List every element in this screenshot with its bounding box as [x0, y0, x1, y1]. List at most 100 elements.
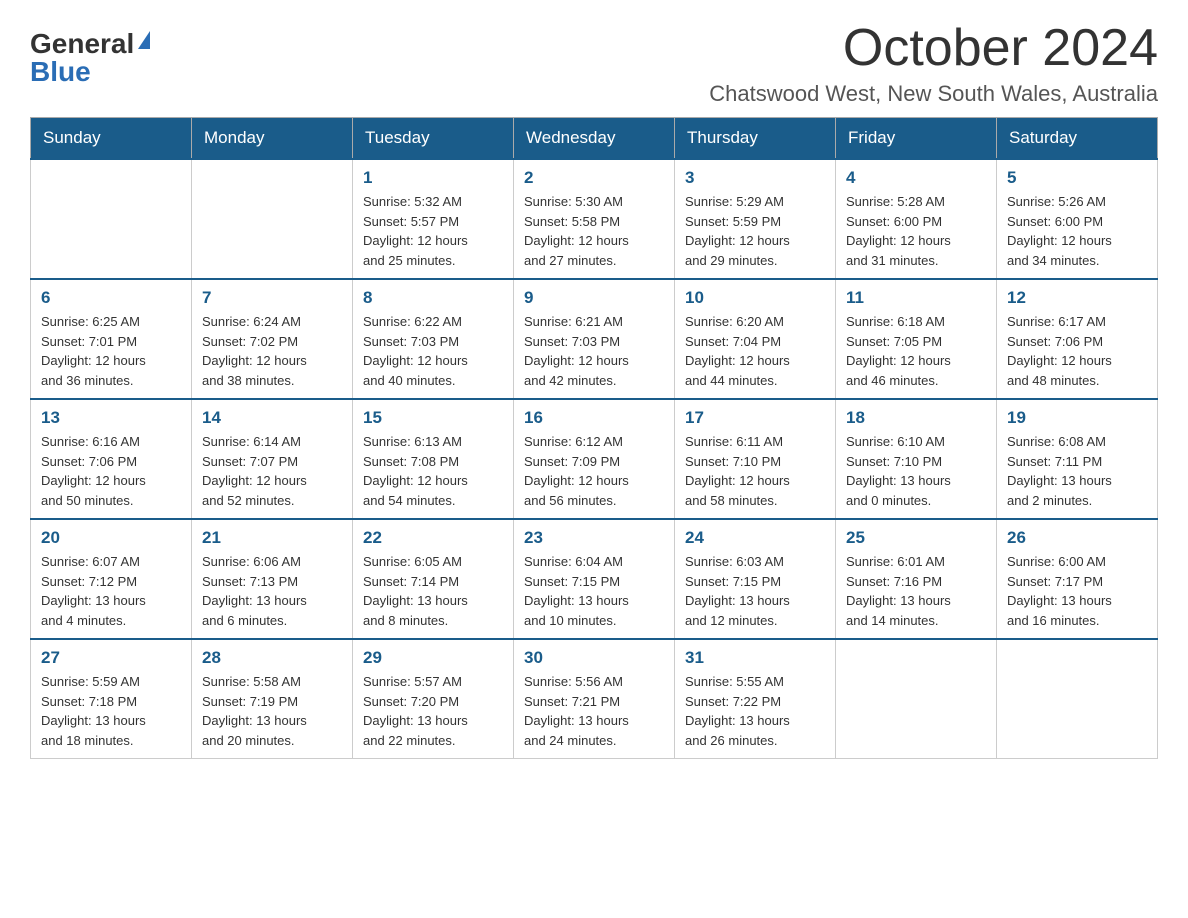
day-number: 2: [524, 168, 664, 188]
day-info: Sunrise: 6:21 AMSunset: 7:03 PMDaylight:…: [524, 312, 664, 390]
logo-blue: Blue: [30, 56, 91, 87]
day-number: 28: [202, 648, 342, 668]
calendar-header-sunday: Sunday: [31, 118, 192, 160]
calendar-cell: 22 Sunrise: 6:05 AMSunset: 7:14 PMDayligh…: [353, 519, 514, 639]
calendar-cell: 14 Sunrise: 6:14 AMSunset: 7:07 PMDayligh…: [192, 399, 353, 519]
month-title: October 2024: [709, 20, 1158, 77]
calendar-cell: [836, 639, 997, 759]
day-number: 8: [363, 288, 503, 308]
day-number: 5: [1007, 168, 1147, 188]
day-number: 13: [41, 408, 181, 428]
day-number: 22: [363, 528, 503, 548]
day-info: Sunrise: 6:10 AMSunset: 7:10 PMDaylight:…: [846, 432, 986, 510]
calendar-cell: 20 Sunrise: 6:07 AMSunset: 7:12 PMDayligh…: [31, 519, 192, 639]
day-number: 27: [41, 648, 181, 668]
calendar-cell: 13 Sunrise: 6:16 AMSunset: 7:06 PMDayligh…: [31, 399, 192, 519]
day-info: Sunrise: 5:28 AMSunset: 6:00 PMDaylight:…: [846, 192, 986, 270]
day-number: 21: [202, 528, 342, 548]
calendar-cell: 9 Sunrise: 6:21 AMSunset: 7:03 PMDaylight…: [514, 279, 675, 399]
day-number: 26: [1007, 528, 1147, 548]
day-number: 29: [363, 648, 503, 668]
day-info: Sunrise: 5:30 AMSunset: 5:58 PMDaylight:…: [524, 192, 664, 270]
day-info: Sunrise: 6:24 AMSunset: 7:02 PMDaylight:…: [202, 312, 342, 390]
day-info: Sunrise: 5:57 AMSunset: 7:20 PMDaylight:…: [363, 672, 503, 750]
day-info: Sunrise: 6:05 AMSunset: 7:14 PMDaylight:…: [363, 552, 503, 630]
day-number: 16: [524, 408, 664, 428]
day-info: Sunrise: 5:59 AMSunset: 7:18 PMDaylight:…: [41, 672, 181, 750]
calendar-cell: 6Sunrise: 6:25 AMSunset: 7:01 PMDaylight…: [31, 279, 192, 399]
day-info: Sunrise: 6:04 AMSunset: 7:15 PMDaylight:…: [524, 552, 664, 630]
day-number: 12: [1007, 288, 1147, 308]
calendar-header-thursday: Thursday: [675, 118, 836, 160]
week-row-2: 6Sunrise: 6:25 AMSunset: 7:01 PMDaylight…: [31, 279, 1158, 399]
calendar-cell: 24Sunrise: 6:03 AMSunset: 7:15 PMDayligh…: [675, 519, 836, 639]
day-number: 30: [524, 648, 664, 668]
day-info: Sunrise: 6:12 AMSunset: 7:09 PMDaylight:…: [524, 432, 664, 510]
calendar-cell: 18Sunrise: 6:10 AMSunset: 7:10 PMDayligh…: [836, 399, 997, 519]
calendar-header-friday: Friday: [836, 118, 997, 160]
calendar-header-saturday: Saturday: [997, 118, 1158, 160]
calendar-cell: 1Sunrise: 5:32 AMSunset: 5:57 PMDaylight…: [353, 159, 514, 279]
day-info: Sunrise: 6:00 AMSunset: 7:17 PMDaylight:…: [1007, 552, 1147, 630]
week-row-3: 13 Sunrise: 6:16 AMSunset: 7:06 PMDayligh…: [31, 399, 1158, 519]
day-info: Sunrise: 6:16 AMSunset: 7:06 PMDaylight:…: [41, 432, 181, 510]
title-area: October 2024 Chatswood West, New South W…: [709, 20, 1158, 107]
subtitle: Chatswood West, New South Wales, Austral…: [709, 81, 1158, 107]
calendar-cell: 5 Sunrise: 5:26 AMSunset: 6:00 PMDaylight…: [997, 159, 1158, 279]
calendar-cell: [31, 159, 192, 279]
calendar-cell: 25 Sunrise: 6:01 AMSunset: 7:16 PMDayligh…: [836, 519, 997, 639]
day-number: 23: [524, 528, 664, 548]
day-info: Sunrise: 6:01 AMSunset: 7:16 PMDaylight:…: [846, 552, 986, 630]
calendar-header-monday: Monday: [192, 118, 353, 160]
day-number: 9: [524, 288, 664, 308]
calendar-cell: 15Sunrise: 6:13 AMSunset: 7:08 PMDayligh…: [353, 399, 514, 519]
day-number: 15: [363, 408, 503, 428]
logo-general: General: [30, 30, 134, 58]
calendar-header-tuesday: Tuesday: [353, 118, 514, 160]
calendar-cell: 31Sunrise: 5:55 AMSunset: 7:22 PMDayligh…: [675, 639, 836, 759]
logo-triangle-icon: [138, 31, 150, 49]
day-info: Sunrise: 5:29 AMSunset: 5:59 PMDaylight:…: [685, 192, 825, 270]
week-row-4: 20 Sunrise: 6:07 AMSunset: 7:12 PMDayligh…: [31, 519, 1158, 639]
day-info: Sunrise: 5:32 AMSunset: 5:57 PMDaylight:…: [363, 192, 503, 270]
day-number: 11: [846, 288, 986, 308]
day-info: Sunrise: 6:17 AMSunset: 7:06 PMDaylight:…: [1007, 312, 1147, 390]
day-number: 31: [685, 648, 825, 668]
day-number: 14: [202, 408, 342, 428]
calendar-cell: 26 Sunrise: 6:00 AMSunset: 7:17 PMDayligh…: [997, 519, 1158, 639]
calendar-cell: 10Sunrise: 6:20 AMSunset: 7:04 PMDayligh…: [675, 279, 836, 399]
day-number: 4: [846, 168, 986, 188]
day-number: 6: [41, 288, 181, 308]
calendar-cell: 19 Sunrise: 6:08 AMSunset: 7:11 PMDayligh…: [997, 399, 1158, 519]
day-info: Sunrise: 5:56 AMSunset: 7:21 PMDaylight:…: [524, 672, 664, 750]
day-number: 3: [685, 168, 825, 188]
calendar-cell: 17 Sunrise: 6:11 AMSunset: 7:10 PMDayligh…: [675, 399, 836, 519]
calendar-cell: 16 Sunrise: 6:12 AMSunset: 7:09 PMDayligh…: [514, 399, 675, 519]
day-number: 19: [1007, 408, 1147, 428]
day-number: 10: [685, 288, 825, 308]
day-info: Sunrise: 6:11 AMSunset: 7:10 PMDaylight:…: [685, 432, 825, 510]
day-info: Sunrise: 6:22 AMSunset: 7:03 PMDaylight:…: [363, 312, 503, 390]
day-number: 25: [846, 528, 986, 548]
calendar-cell: 30 Sunrise: 5:56 AMSunset: 7:21 PMDayligh…: [514, 639, 675, 759]
week-row-1: 1Sunrise: 5:32 AMSunset: 5:57 PMDaylight…: [31, 159, 1158, 279]
calendar-cell: 3 Sunrise: 5:29 AMSunset: 5:59 PMDaylight…: [675, 159, 836, 279]
day-info: Sunrise: 6:07 AMSunset: 7:12 PMDaylight:…: [41, 552, 181, 630]
calendar-cell: 2 Sunrise: 5:30 AMSunset: 5:58 PMDaylight…: [514, 159, 675, 279]
day-number: 24: [685, 528, 825, 548]
day-number: 17: [685, 408, 825, 428]
calendar-table: SundayMondayTuesdayWednesdayThursdayFrid…: [30, 117, 1158, 759]
calendar-header-row: SundayMondayTuesdayWednesdayThursdayFrid…: [31, 118, 1158, 160]
calendar-cell: 21 Sunrise: 6:06 AMSunset: 7:13 PMDayligh…: [192, 519, 353, 639]
day-info: Sunrise: 5:26 AMSunset: 6:00 PMDaylight:…: [1007, 192, 1147, 270]
calendar-cell: 23 Sunrise: 6:04 AMSunset: 7:15 PMDayligh…: [514, 519, 675, 639]
day-info: Sunrise: 6:06 AMSunset: 7:13 PMDaylight:…: [202, 552, 342, 630]
day-info: Sunrise: 6:14 AMSunset: 7:07 PMDaylight:…: [202, 432, 342, 510]
logo: General Blue: [30, 30, 150, 86]
day-info: Sunrise: 6:08 AMSunset: 7:11 PMDaylight:…: [1007, 432, 1147, 510]
day-number: 20: [41, 528, 181, 548]
calendar-cell: 11Sunrise: 6:18 AMSunset: 7:05 PMDayligh…: [836, 279, 997, 399]
calendar-cell: 12 Sunrise: 6:17 AMSunset: 7:06 PMDayligh…: [997, 279, 1158, 399]
calendar-cell: 8 Sunrise: 6:22 AMSunset: 7:03 PMDaylight…: [353, 279, 514, 399]
header: General Blue October 2024 Chatswood West…: [30, 20, 1158, 107]
